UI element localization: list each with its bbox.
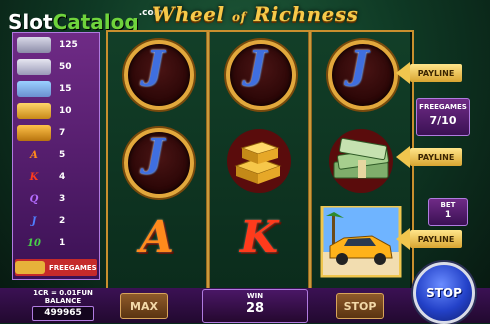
bet-value: 1 [444, 210, 452, 220]
bet-label: BET [440, 201, 456, 209]
title-word-wheel: Wheel [152, 2, 225, 26]
paytable-row: K 4 [17, 167, 95, 187]
paytable-row: 10 1 [17, 233, 95, 253]
payline-label: PAYLINE [410, 148, 462, 166]
stop-spin-button[interactable]: STOP [413, 262, 475, 324]
paytable-value: 10 [59, 106, 72, 116]
balance-label: BALANCE [44, 297, 82, 305]
arrow-left-icon [396, 146, 410, 168]
game-screen: Slot Catalog .com Wheel of Richness 125 50… [0, 0, 490, 324]
j-glyph: J [146, 42, 164, 87]
paytable-value: 2 [59, 216, 66, 226]
reel-symbol-j: J [116, 36, 198, 114]
paytable-value: 3 [59, 194, 66, 204]
title-word-richness: Richness [253, 2, 359, 26]
reel-1: J J A [108, 32, 206, 288]
paytable-value: 5 [59, 150, 66, 160]
arrow-left-icon [396, 228, 410, 250]
win-display: WIN 28 [202, 289, 308, 323]
paytable-row: 7 [17, 123, 95, 143]
payline-label: PAYLINE [410, 230, 462, 248]
paytable-row: 15 [17, 79, 95, 99]
reels-area: J J A J K J [106, 30, 414, 290]
paytable-row: 50 [17, 57, 95, 77]
reel-symbol-j: J [116, 124, 198, 202]
k-glyph: K [239, 212, 279, 263]
reel-symbol-a: A [116, 208, 198, 286]
paytable-value: 7 [59, 128, 66, 138]
gold-bars-icon [227, 129, 291, 193]
balance-value: 499965 [32, 306, 94, 321]
cash-stack-icon [17, 59, 51, 75]
paytable-row: J 2 [17, 211, 95, 231]
win-value: 28 [245, 301, 265, 316]
symbol-q-icon: Q [29, 193, 39, 205]
freegames-counter-label: FREEGAMES [419, 103, 467, 111]
credit-rate: 1CR = 0.01FUN [33, 289, 93, 297]
bet-display[interactable]: BET 1 [428, 198, 468, 226]
gold-bars-icon [17, 125, 51, 141]
bars-stack-icon [17, 37, 51, 53]
freegames-counter: FREEGAMES 7/10 [416, 98, 470, 136]
paytable: 125 50 15 10 7 A 5 K 4 Q 3 J 2 10 1 FREE… [12, 32, 100, 280]
paytable-value: 1 [59, 238, 66, 248]
cash-stack-icon [329, 129, 393, 193]
paytable-row: 10 [17, 101, 95, 121]
arrow-left-icon [396, 62, 410, 84]
paytable-row: 125 [17, 35, 95, 55]
paytable-value: 15 [59, 84, 72, 94]
win-label: WIN [246, 292, 264, 300]
title-word-of: of [232, 10, 247, 24]
reel-2: J K [210, 32, 308, 288]
gold-coins-icon [17, 103, 51, 119]
a-glyph: A [139, 212, 175, 263]
paytable-row: Q 3 [17, 189, 95, 209]
sports-car-icon [320, 204, 402, 278]
paytable-row: A 5 [17, 145, 95, 165]
paytable-freegames-row: FREEGAMES [15, 259, 97, 276]
max-bet-button[interactable]: MAX [120, 293, 168, 319]
right-panel: PAYLINE FREEGAMES 7/10 PAYLINE BET 1 PAY… [396, 30, 488, 290]
payline-indicator-bottom: PAYLINE [396, 228, 474, 250]
logo-slot-text: Slot [8, 10, 53, 34]
game-title: Wheel of Richness [152, 2, 358, 26]
wheel-icon [15, 261, 45, 274]
reel-symbol-cash [320, 122, 402, 200]
reel-symbol-car [320, 204, 402, 284]
payline-indicator-middle: PAYLINE [396, 146, 474, 168]
j-glyph: J [146, 130, 164, 175]
paytable-value: 50 [59, 62, 72, 72]
payline-indicator-top: PAYLINE [396, 62, 474, 84]
car-icon [17, 81, 51, 97]
stop-button-small[interactable]: STOP [336, 293, 384, 319]
reel-symbol-gold-bars [218, 122, 300, 200]
symbol-j-icon: J [31, 215, 37, 227]
balance-panel: 1CR = 0.01FUN BALANCE 499965 [28, 288, 98, 321]
j-glyph: J [350, 42, 368, 87]
symbol-10-icon: 10 [27, 237, 41, 249]
reel-symbol-j: J [320, 36, 402, 114]
reel-symbol-j: J [218, 36, 300, 114]
paytable-value: 4 [59, 172, 66, 182]
j-glyph: J [248, 42, 266, 87]
payline-label: PAYLINE [410, 64, 462, 82]
freegames-label: FREEGAMES [49, 263, 97, 272]
symbol-a-icon: A [30, 149, 38, 161]
paytable-value: 125 [59, 40, 78, 50]
reel-symbol-k: K [218, 208, 300, 286]
freegames-counter-value: 7/10 [429, 114, 457, 127]
symbol-k-icon: K [29, 171, 39, 183]
